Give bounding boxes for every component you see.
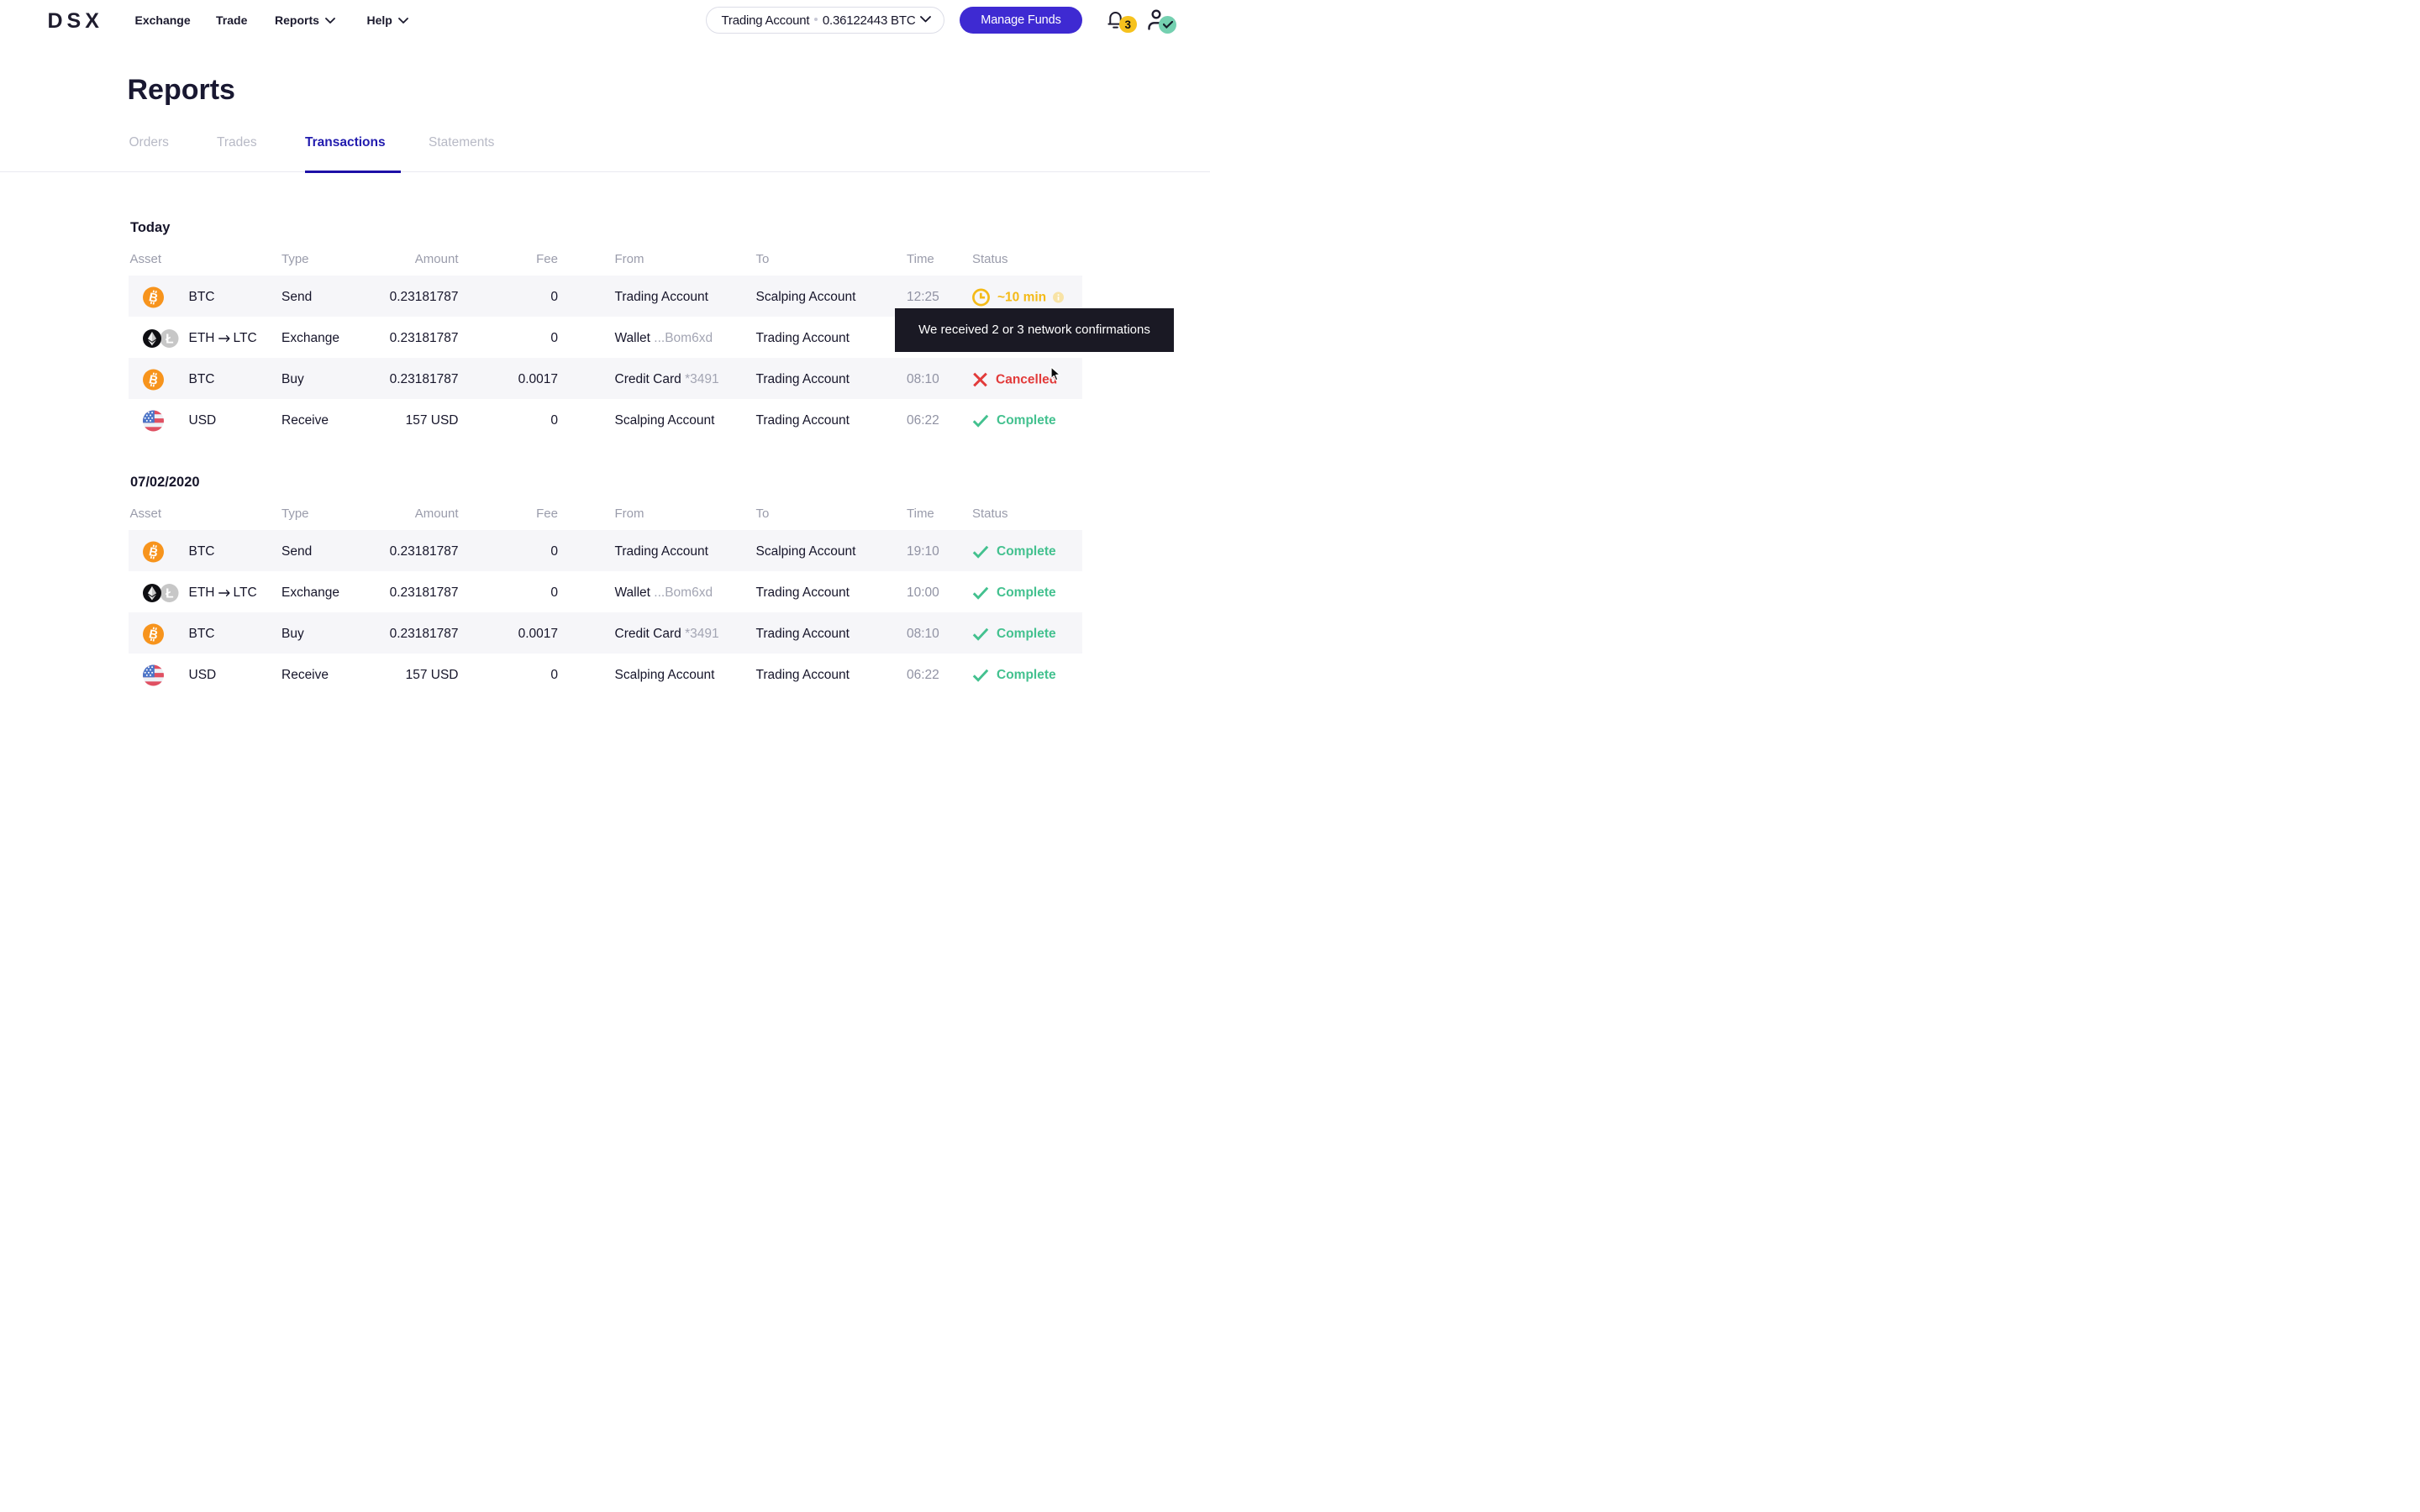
svg-text:Ł: Ł [166,332,173,346]
svg-text:Ł: Ł [166,586,173,601]
